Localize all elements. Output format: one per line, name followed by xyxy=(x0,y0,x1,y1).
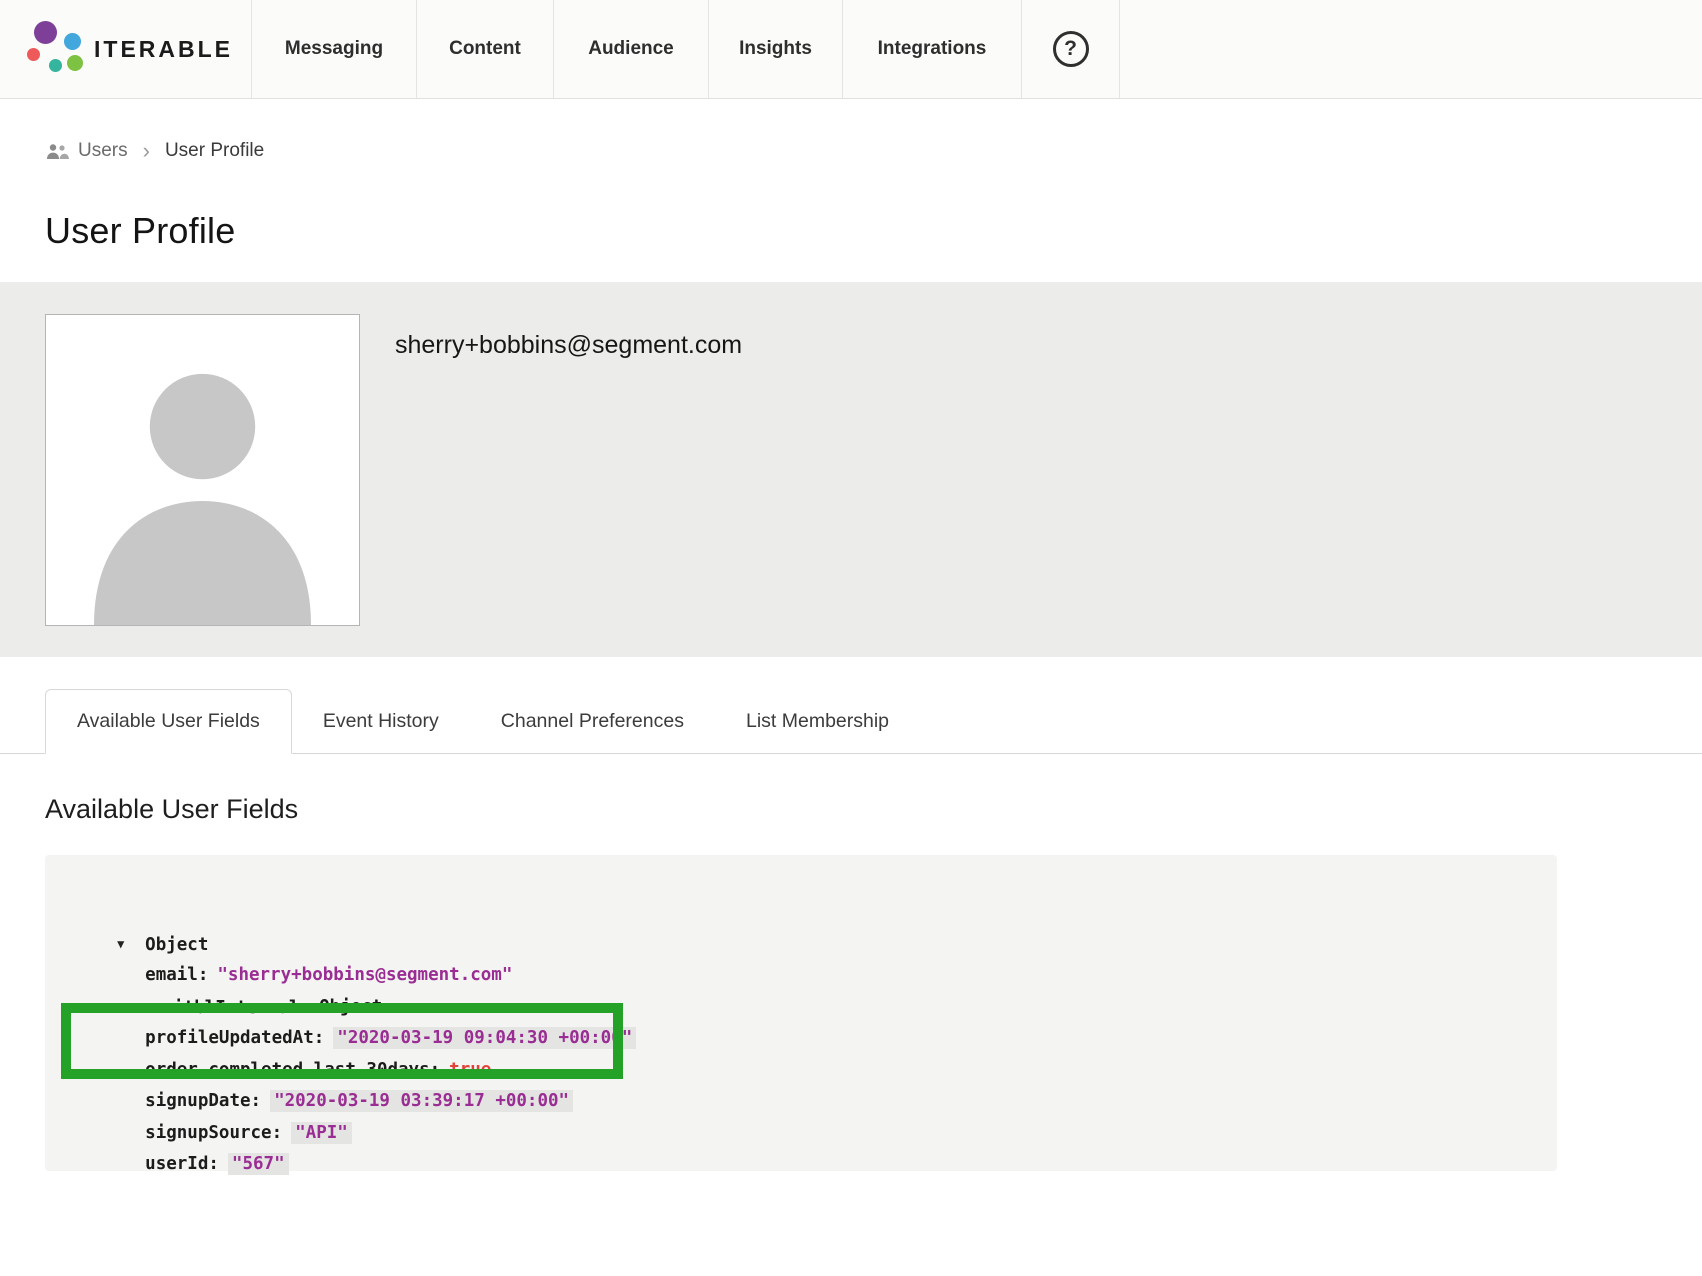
section-heading: Available User Fields xyxy=(45,794,1702,825)
user-email: sherry+bobbins@segment.com xyxy=(395,331,742,360)
tab-channel-preferences[interactable]: Channel Preferences xyxy=(470,690,715,753)
breadcrumb-users-label: Users xyxy=(78,140,128,162)
user-fields-json-viewer: ▼Object email:"sherry+bobbins@segment.co… xyxy=(45,855,1557,1171)
json-value: Object xyxy=(319,997,382,1017)
json-value: "sherry+bobbins@segment.com" xyxy=(217,965,512,985)
expander-closed-icon[interactable]: ► xyxy=(145,992,173,1024)
profile-tabs: Available User Fields Event History Chan… xyxy=(0,689,1702,754)
json-value: "API" xyxy=(291,1122,352,1144)
avatar xyxy=(45,314,360,626)
help-icon: ? xyxy=(1053,31,1089,67)
top-nav: ITERABLE Messaging Content Audience Insi… xyxy=(0,0,1702,99)
nav-item-insights[interactable]: Insights xyxy=(709,0,843,98)
brand-logo[interactable]: ITERABLE xyxy=(0,0,252,98)
json-value: true xyxy=(449,1060,491,1080)
users-icon xyxy=(45,143,69,160)
json-value: "2020-03-19 03:39:17 +00:00" xyxy=(270,1090,573,1112)
json-root-row: ▼Object xyxy=(75,897,1527,929)
tab-available-user-fields[interactable]: Available User Fields xyxy=(45,689,292,754)
json-value: "2020-03-19 09:04:30 +00:00" xyxy=(333,1027,636,1049)
nav-item-messaging[interactable]: Messaging xyxy=(252,0,417,98)
breadcrumb: Users › User Profile xyxy=(45,140,1702,162)
nav-item-content[interactable]: Content xyxy=(417,0,554,98)
brand-name: ITERABLE xyxy=(94,36,233,63)
json-field-email: email:"sherry+bobbins@segment.com" xyxy=(75,929,1527,961)
nav-item-integrations[interactable]: Integrations xyxy=(843,0,1022,98)
help-button[interactable]: ? xyxy=(1022,0,1120,98)
json-value: "567" xyxy=(228,1153,289,1175)
nav-item-audience[interactable]: Audience xyxy=(554,0,709,98)
tab-event-history[interactable]: Event History xyxy=(292,690,470,753)
iterable-logo-icon xyxy=(22,18,86,80)
breadcrumb-users-link[interactable]: Users xyxy=(45,140,128,162)
page-title: User Profile xyxy=(45,210,1702,252)
profile-hero: sherry+bobbins@segment.com xyxy=(0,282,1702,657)
chevron-right-icon: › xyxy=(143,140,150,162)
json-root-label: Object xyxy=(145,934,208,954)
breadcrumb-current: User Profile xyxy=(165,140,264,162)
expander-open-icon[interactable]: ▼ xyxy=(117,929,145,961)
tab-list-membership[interactable]: List Membership xyxy=(715,690,920,753)
